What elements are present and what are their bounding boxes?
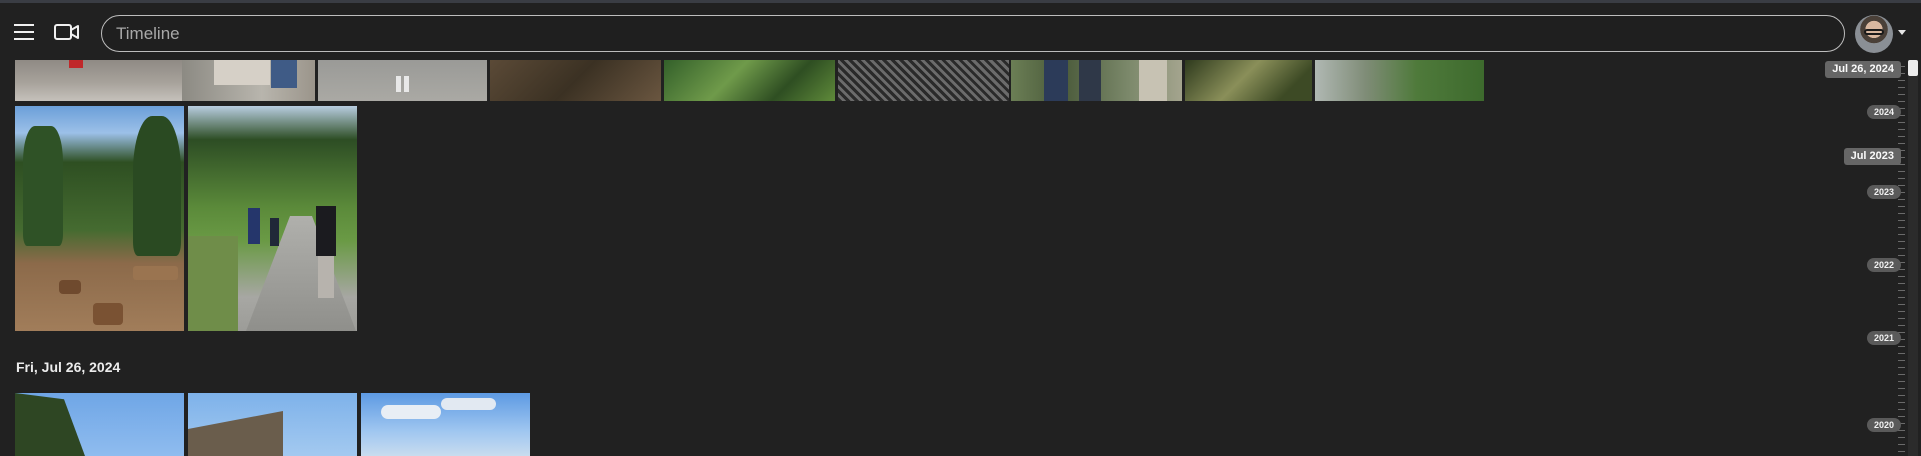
hover-date-label: Jul 2023 — [1843, 148, 1901, 165]
search-input[interactable] — [101, 15, 1845, 52]
menu-icon[interactable] — [14, 24, 34, 40]
scrollbar-track[interactable] — [1908, 60, 1918, 456]
photo-thumbnail[interactable] — [182, 60, 315, 101]
photo-thumbnail[interactable] — [318, 60, 487, 101]
photo-thumbnail[interactable] — [188, 106, 357, 331]
top-app-bar — [0, 0, 1921, 60]
scrubber-year-2022[interactable]: 2022 — [1866, 258, 1901, 272]
video-camera-icon[interactable] — [54, 23, 80, 41]
photo-thumbnail[interactable] — [838, 60, 1009, 101]
photo-thumbnail[interactable] — [188, 393, 357, 456]
photo-thumbnail[interactable] — [1011, 60, 1182, 101]
photo-thumbnail[interactable] — [490, 60, 661, 101]
photo-thumbnail[interactable] — [664, 60, 835, 101]
scrubber-year-2020[interactable]: 2020 — [1866, 418, 1901, 432]
photo-thumbnail[interactable] — [1185, 60, 1312, 101]
scrubber-year-2024[interactable]: 2024 — [1866, 105, 1901, 119]
chevron-down-icon[interactable] — [1898, 30, 1906, 35]
current-date-label: Jul 26, 2024 — [1825, 61, 1901, 78]
day-heading: Fri, Jul 26, 2024 — [16, 359, 121, 375]
photo-thumbnail[interactable] — [361, 393, 530, 456]
photo-thumbnail[interactable] — [15, 393, 184, 456]
scrubber-year-2023[interactable]: 2023 — [1866, 185, 1901, 199]
scrollbar-thumb[interactable] — [1908, 60, 1918, 76]
user-avatar[interactable] — [1855, 15, 1893, 53]
photo-thumbnail[interactable] — [1315, 60, 1484, 101]
scrubber-year-2021[interactable]: 2021 — [1866, 331, 1901, 345]
photo-thumbnail[interactable] — [15, 106, 184, 331]
photo-thumbnail[interactable] — [15, 60, 182, 101]
